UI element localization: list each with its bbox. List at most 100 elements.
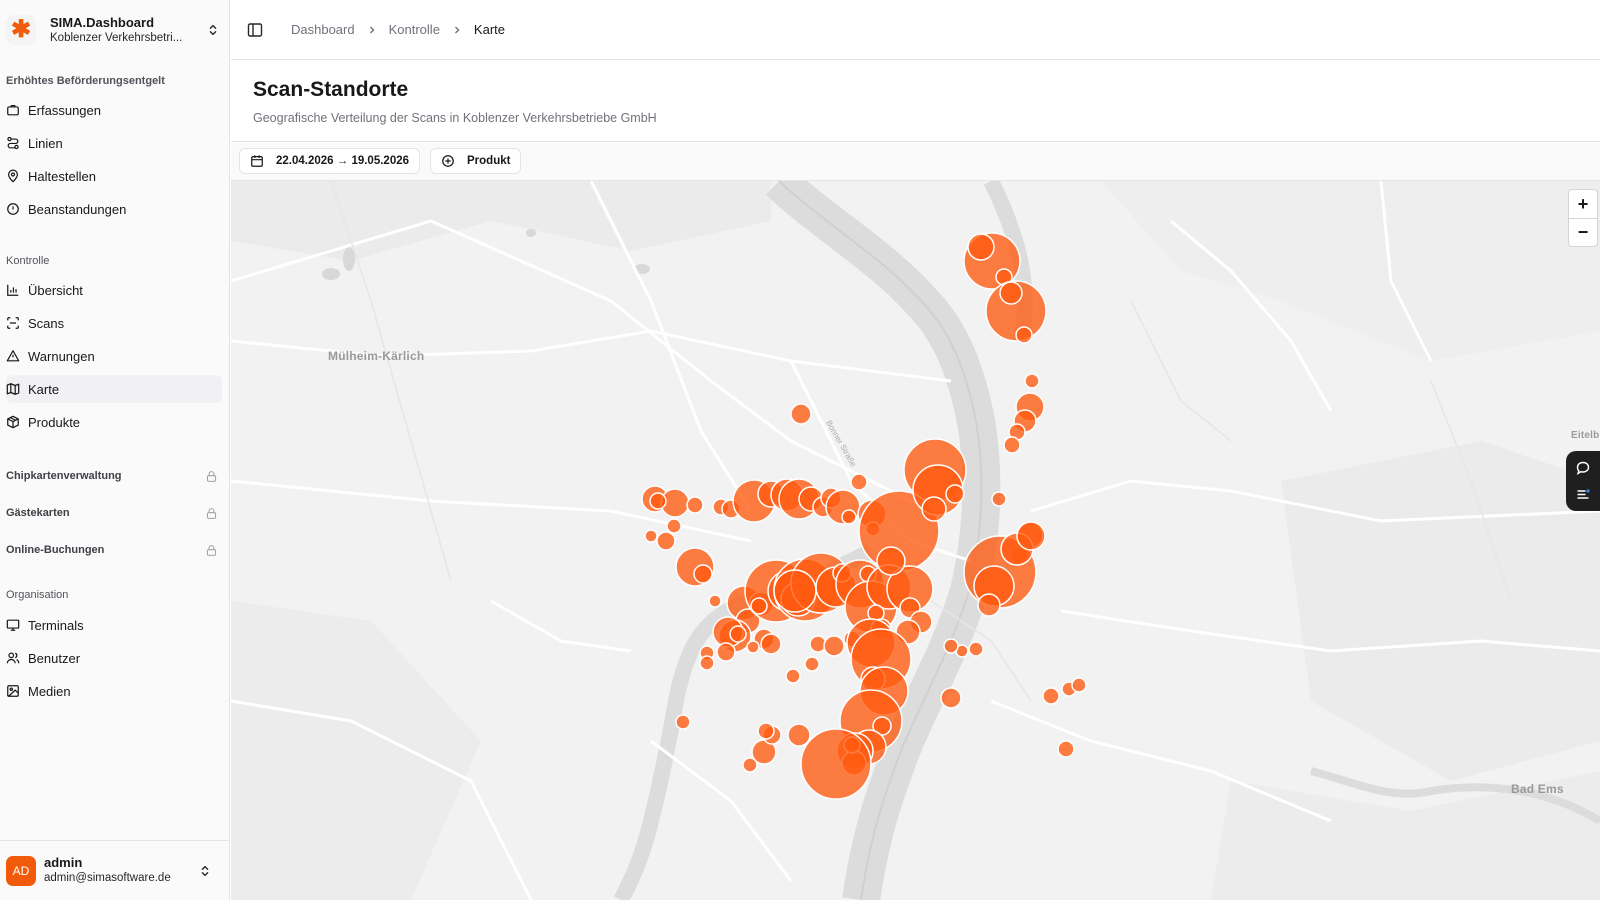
scan-location-marker[interactable] (649, 492, 667, 510)
scan-location-marker[interactable] (693, 564, 713, 584)
scan-location-marker[interactable] (800, 728, 872, 800)
chevron-right-icon (369, 26, 375, 33)
scan-location-marker[interactable] (1003, 436, 1021, 454)
breadcrumb-dashboard[interactable]: Dashboard (291, 22, 355, 37)
sidebar-item-erfassungen[interactable]: Erfassungen (6, 96, 222, 124)
brand-name: SIMA.Dashboard (50, 14, 155, 30)
image-icon (7, 685, 19, 697)
scan-location-marker[interactable] (746, 640, 760, 654)
calendar-icon (251, 155, 263, 167)
scan-location-marker[interactable] (729, 625, 747, 643)
users-icon (6, 652, 20, 664)
chevrons-up-down-icon (201, 865, 209, 876)
scan-location-marker[interactable] (675, 714, 691, 730)
scan-location-marker[interactable] (940, 687, 962, 709)
sidebar-item-gaestekarten[interactable]: Gästekarten (6, 503, 218, 523)
sidebar-item-terminals[interactable]: Terminals (6, 611, 222, 639)
scan-location-marker[interactable] (968, 641, 984, 657)
lock-icon (206, 470, 217, 482)
sidebar-item-label: Chipkartenverwaltung (6, 470, 122, 482)
scan-location-marker[interactable] (921, 496, 947, 522)
lock-icon (206, 544, 217, 556)
org-switcher[interactable]: ✱ SIMA.Dashboard Koblenzer Verkehrsbetri… (6, 10, 220, 50)
date-range-label: 22.04.2026 → 19.05.2026 (276, 155, 410, 167)
scan-location-marker[interactable] (967, 233, 995, 261)
sidebar-item-produkte[interactable]: Produkte (6, 408, 222, 436)
sidebar-item-label: Medien (28, 683, 71, 699)
feedback-widget[interactable] (1566, 451, 1600, 511)
sidebar-item-label: Haltestellen (28, 168, 96, 184)
sidebar-item-beanstandungen[interactable]: Beanstandungen (6, 195, 222, 223)
scan-location-marker[interactable] (1071, 677, 1087, 693)
scan-location-marker[interactable] (1016, 521, 1046, 551)
breadcrumb-karte: Karte (473, 22, 505, 37)
sidebar-item-uebersicht[interactable]: Übersicht (6, 276, 222, 304)
scan-location-marker[interactable] (742, 757, 758, 773)
scan-location-marker[interactable] (686, 496, 704, 514)
scan-location-marker[interactable] (773, 569, 817, 613)
sidebar-item-warnungen[interactable]: Warnungen (6, 342, 222, 370)
warning-triangle-icon (6, 350, 20, 362)
scan-location-marker[interactable] (757, 722, 775, 740)
scan-location-marker[interactable] (1015, 326, 1033, 344)
filter-bar: 22.04.2026 → 19.05.2026 Produkt (231, 143, 1600, 181)
scan-location-marker[interactable] (750, 597, 768, 615)
package-icon (7, 415, 19, 429)
scan-location-marker[interactable] (785, 668, 801, 684)
scan-location-marker[interactable] (1024, 373, 1040, 389)
scan-location-marker[interactable] (699, 655, 715, 671)
scan-location-marker[interactable] (841, 509, 857, 525)
scan-map[interactable]: Mülheim-Kärlich Bad Ems Eitelb Bonner St… (231, 181, 1600, 900)
sidebar-item-haltestellen[interactable]: Haltestellen (6, 162, 222, 190)
avatar: AD (6, 855, 36, 886)
sidebar-item-benutzer[interactable]: Benutzer (6, 644, 222, 672)
zoom-in-button[interactable]: + (1569, 190, 1597, 218)
sidebar-item-karte[interactable]: Karte (6, 375, 222, 403)
scan-markers-layer (641, 232, 1087, 800)
date-range-filter[interactable]: 22.04.2026 → 19.05.2026 (239, 148, 421, 174)
org-name: Koblenzer Verkehrsbetri... (50, 31, 183, 44)
zoom-out-button[interactable]: − (1569, 218, 1597, 246)
sidebar-item-medien[interactable]: Medien (6, 677, 222, 705)
sidebar-item-chipkartenverwaltung[interactable]: Chipkartenverwaltung (6, 466, 218, 486)
page-subtitle: Geografische Verteilung der Scans in Kob… (253, 111, 657, 125)
sidebar-item-linien[interactable]: Linien (6, 129, 222, 157)
sidebar: ✱ SIMA.Dashboard Koblenzer Verkehrsbetri… (0, 0, 230, 900)
sidebar-toggle-icon[interactable] (247, 22, 263, 38)
scan-location-marker[interactable] (850, 473, 868, 491)
chat-bubble-icon[interactable] (1575, 460, 1591, 476)
page-title: Scan-Standorte (253, 78, 409, 101)
scan-location-marker[interactable] (708, 594, 722, 608)
scan-location-marker[interactable] (823, 635, 845, 657)
scan-location-marker[interactable] (790, 403, 812, 425)
list-icon[interactable] (1575, 486, 1591, 502)
user-name: admin (44, 855, 83, 870)
sidebar-item-label: Online-Buchungen (6, 544, 105, 556)
scan-location-marker[interactable] (977, 593, 1001, 617)
breadcrumb-kontrolle[interactable]: Kontrolle (389, 22, 440, 37)
scan-location-marker[interactable] (943, 638, 959, 654)
user-menu[interactable]: AD admin admin@simasoftware.de (0, 840, 230, 900)
sidebar-item-online-buchungen[interactable]: Online-Buchungen (6, 540, 218, 560)
scan-location-marker[interactable] (656, 531, 676, 551)
briefcase-icon (7, 105, 19, 116)
scan-location-marker[interactable] (760, 633, 782, 655)
scan-location-marker[interactable] (1042, 687, 1060, 705)
sidebar-item-scans[interactable]: Scans (6, 309, 222, 337)
scan-location-marker[interactable] (945, 484, 965, 504)
scan-location-marker[interactable] (787, 723, 811, 747)
sidebar-item-label: Linien (28, 135, 63, 151)
sidebar-item-label: Benutzer (28, 650, 81, 666)
scan-location-marker[interactable] (876, 546, 906, 576)
alert-circle-icon (7, 203, 19, 215)
product-filter[interactable]: Produkt (430, 148, 522, 174)
scan-location-marker[interactable] (716, 642, 736, 662)
scan-location-marker[interactable] (1057, 740, 1075, 758)
scan-location-marker[interactable] (644, 529, 658, 543)
scan-location-marker[interactable] (666, 518, 682, 534)
scan-location-marker[interactable] (804, 656, 820, 672)
scan-location-marker[interactable] (999, 281, 1023, 305)
scan-location-marker[interactable] (991, 491, 1007, 507)
sidebar-item-label: Karte (28, 381, 60, 397)
sidebar-item-label: Gästekarten (6, 507, 70, 519)
